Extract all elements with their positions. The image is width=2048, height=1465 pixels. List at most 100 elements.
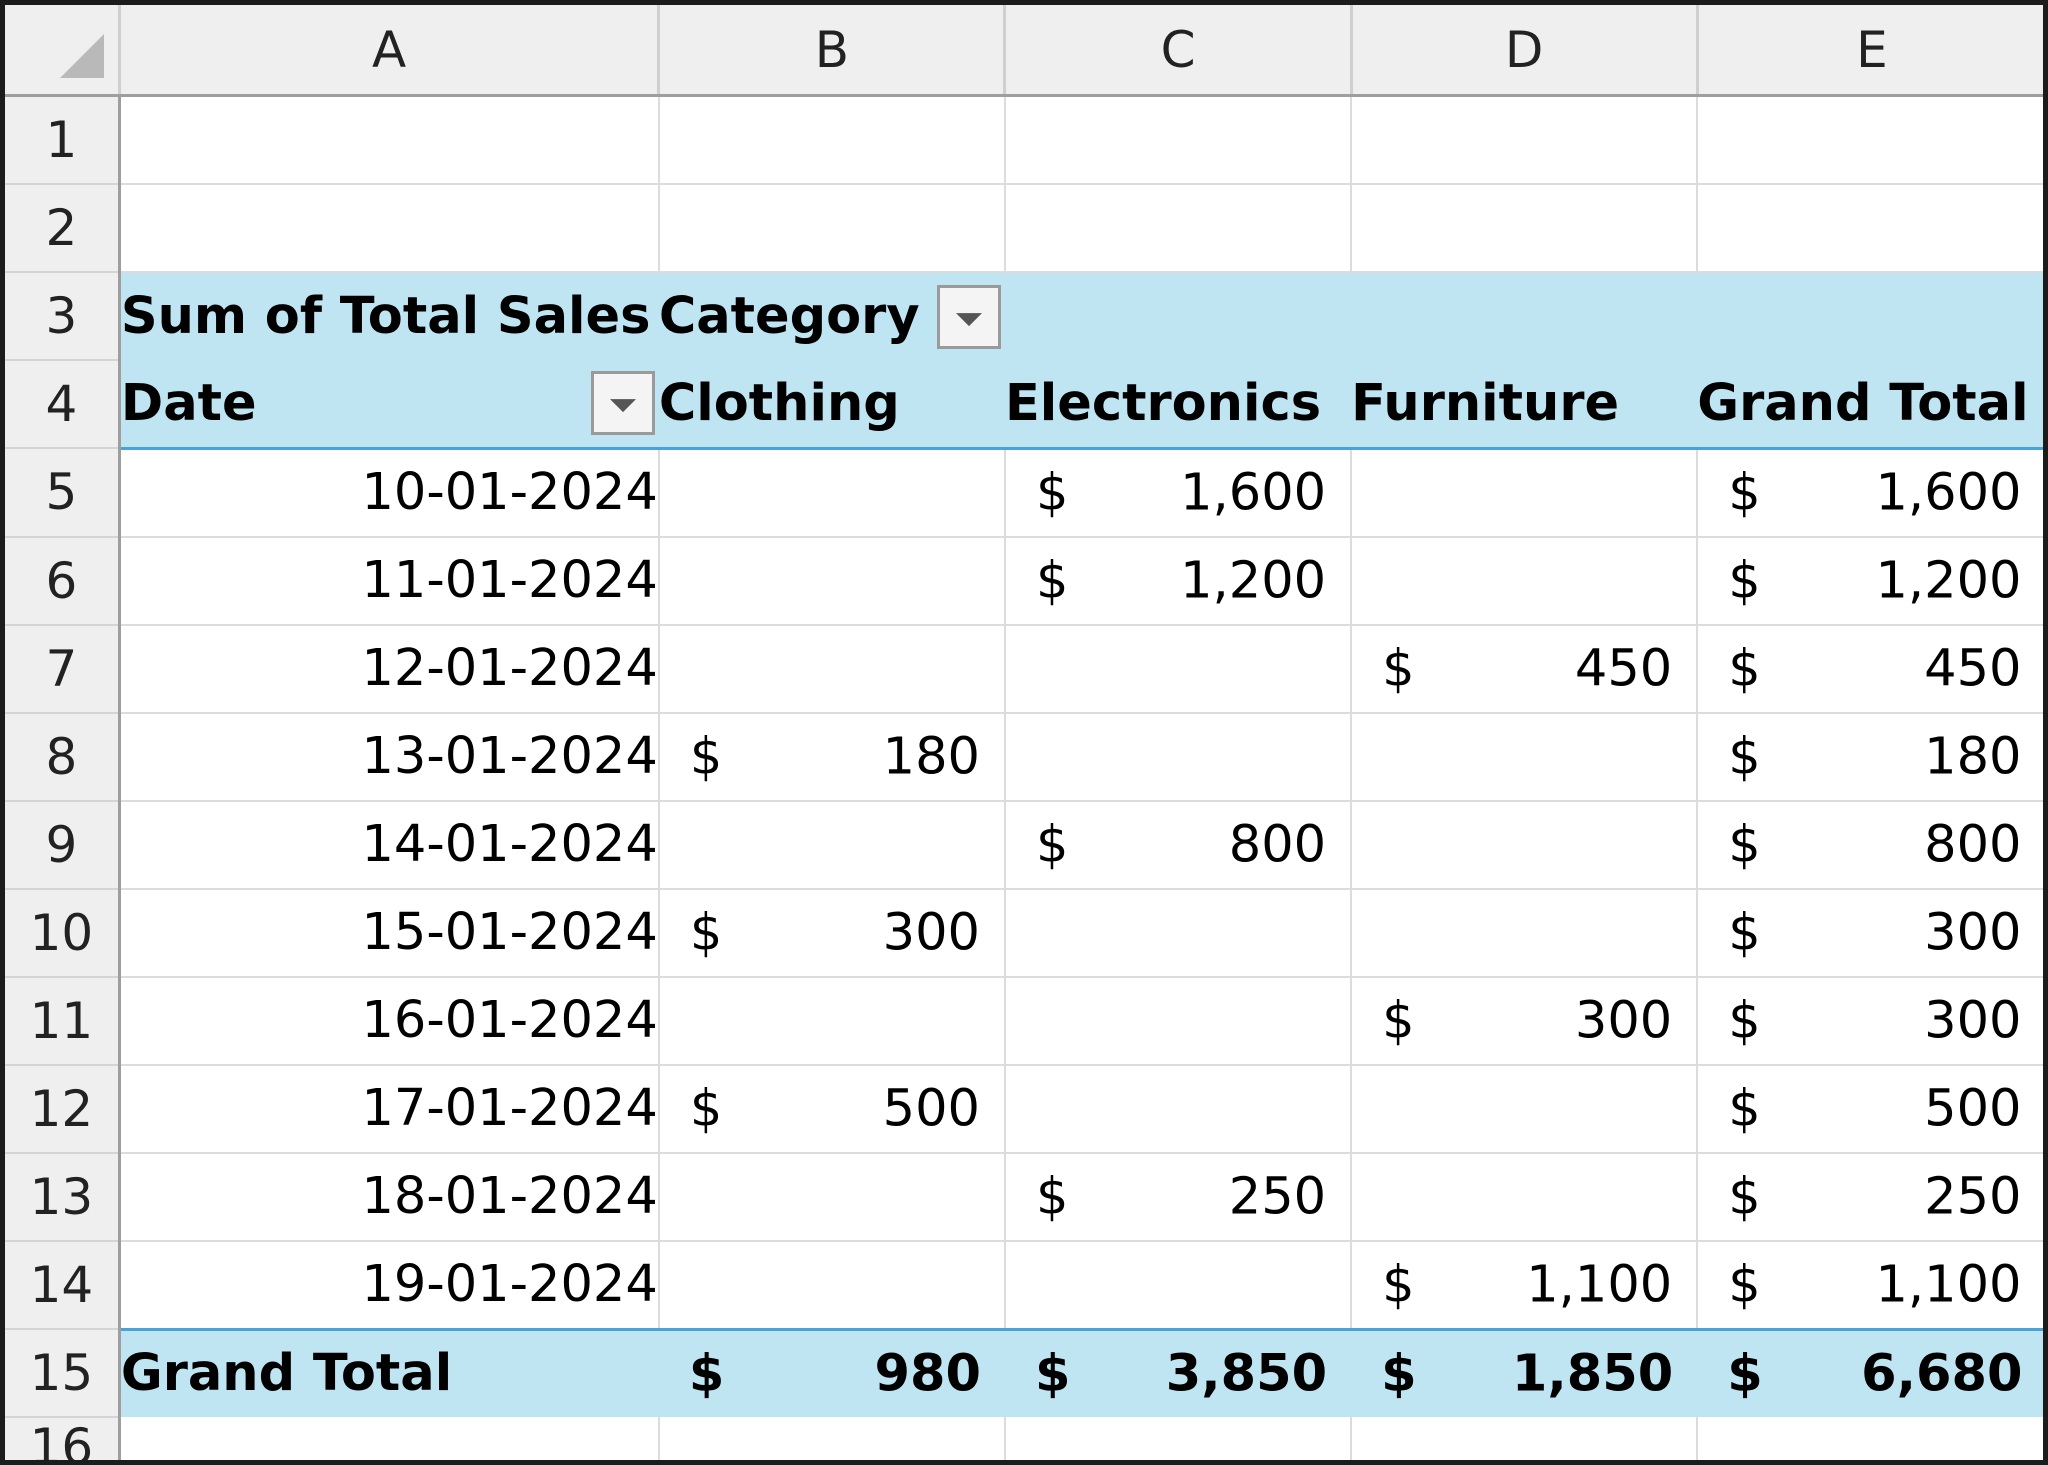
cell-d3[interactable]	[1351, 272, 1698, 360]
row-header-12[interactable]: 12	[5, 1064, 121, 1154]
cell-c1[interactable]	[1004, 95, 1353, 185]
value-cell-clothing[interactable]: $180	[658, 712, 1006, 802]
row-header-2[interactable]: 2	[5, 184, 121, 273]
value-cell-electronics[interactable]	[1004, 976, 1353, 1066]
value-cell-electronics[interactable]	[1004, 624, 1353, 714]
cell-e1[interactable]	[1697, 95, 2043, 185]
cell-b1[interactable]	[658, 95, 1006, 185]
row-header-11[interactable]: 11	[5, 976, 121, 1066]
date-cell[interactable]: 16-01-2024	[119, 976, 660, 1066]
grand-total-clothing[interactable]: $980	[658, 1329, 1005, 1417]
value-cell-clothing[interactable]	[658, 624, 1006, 714]
value-cell-total[interactable]: $300	[1697, 976, 2043, 1066]
grand-total-furniture[interactable]: $1,850	[1351, 1329, 1698, 1417]
column-header-b[interactable]: B	[658, 5, 1007, 97]
value-cell-electronics[interactable]	[1004, 888, 1353, 978]
row-header-3[interactable]: 3	[5, 272, 121, 361]
value-cell-electronics[interactable]: $1,200	[1004, 536, 1353, 626]
value-cell-electronics[interactable]: $1,600	[1004, 448, 1353, 538]
value-cell-clothing[interactable]: $500	[658, 1064, 1006, 1154]
value-cell-electronics[interactable]: $800	[1004, 800, 1353, 890]
value-cell-electronics[interactable]	[1004, 712, 1353, 802]
value-cell-total[interactable]: $300	[1697, 888, 2043, 978]
date-cell[interactable]: 13-01-2024	[119, 712, 660, 802]
value-cell-clothing[interactable]	[658, 1240, 1006, 1331]
value-cell-furniture[interactable]	[1351, 712, 1699, 802]
value-cell-clothing[interactable]	[658, 448, 1006, 538]
value-cell-furniture[interactable]	[1351, 448, 1699, 538]
value-cell-furniture[interactable]	[1351, 888, 1699, 978]
cell-e16[interactable]	[1697, 1417, 2043, 1460]
date-cell[interactable]: 17-01-2024	[119, 1064, 660, 1154]
category-header-grand-total[interactable]: Grand Total	[1697, 360, 2043, 450]
value-cell-total[interactable]: $800	[1697, 800, 2043, 890]
cell-d1[interactable]	[1351, 95, 1699, 185]
cell-b2[interactable]	[658, 184, 1006, 273]
cell-c16[interactable]	[1004, 1417, 1353, 1460]
grand-total-overall[interactable]: $6,680	[1697, 1329, 2043, 1417]
grand-total-label[interactable]: Grand Total	[119, 1329, 659, 1417]
value-cell-total[interactable]: $1,200	[1697, 536, 2043, 626]
value-cell-total[interactable]: $250	[1697, 1152, 2043, 1242]
value-cell-clothing[interactable]: $300	[658, 888, 1006, 978]
row-header-13[interactable]: 13	[5, 1152, 121, 1242]
row-header-7[interactable]: 7	[5, 624, 121, 714]
pivot-column-field[interactable]: Category	[658, 272, 1005, 360]
value-cell-furniture[interactable]	[1351, 536, 1699, 626]
row-header-6[interactable]: 6	[5, 536, 121, 626]
value-cell-electronics[interactable]	[1004, 1064, 1353, 1154]
cell-a16[interactable]	[119, 1417, 660, 1460]
value-cell-electronics[interactable]	[1004, 1240, 1353, 1331]
value-cell-furniture[interactable]: $300	[1351, 976, 1699, 1066]
cell-c3[interactable]	[1004, 272, 1352, 360]
column-header-d[interactable]: D	[1351, 5, 1699, 97]
column-header-a[interactable]: A	[119, 5, 661, 97]
value-cell-furniture[interactable]	[1351, 1064, 1699, 1154]
row-header-5[interactable]: 5	[5, 448, 121, 538]
value-cell-total[interactable]: $180	[1697, 712, 2043, 802]
row-header-10[interactable]: 10	[5, 888, 121, 978]
cell-e2[interactable]	[1697, 184, 2043, 273]
cell-a2[interactable]	[119, 184, 660, 273]
column-header-e[interactable]: E	[1697, 5, 2043, 97]
date-filter-dropdown-icon[interactable]	[590, 371, 655, 436]
row-header-9[interactable]: 9	[5, 800, 121, 890]
cell-c2[interactable]	[1004, 184, 1353, 273]
cell-b16[interactable]	[658, 1417, 1006, 1460]
cell-d16[interactable]	[1351, 1417, 1699, 1460]
value-cell-furniture[interactable]	[1351, 1152, 1699, 1242]
value-cell-electronics[interactable]: $250	[1004, 1152, 1353, 1242]
column-header-c[interactable]: C	[1004, 5, 1353, 97]
row-header-15[interactable]: 15	[5, 1329, 121, 1418]
value-cell-furniture[interactable]	[1351, 800, 1699, 890]
row-header-14[interactable]: 14	[5, 1240, 121, 1330]
select-all-button[interactable]	[5, 5, 121, 97]
value-cell-furniture[interactable]: $450	[1351, 624, 1699, 714]
pivot-value-label[interactable]: Sum of Total Sales	[119, 272, 659, 360]
value-cell-clothing[interactable]	[658, 536, 1006, 626]
row-header-1[interactable]: 1	[5, 95, 121, 185]
date-cell[interactable]: 19-01-2024	[119, 1240, 660, 1331]
value-cell-total[interactable]: $1,600	[1697, 448, 2043, 538]
value-cell-clothing[interactable]	[658, 976, 1006, 1066]
category-header-electronics[interactable]: Electronics	[1004, 360, 1352, 450]
date-cell[interactable]: 14-01-2024	[119, 800, 660, 890]
value-cell-total[interactable]: $500	[1697, 1064, 2043, 1154]
row-header-16[interactable]: 16	[5, 1417, 121, 1460]
grand-total-electronics[interactable]: $3,850	[1004, 1329, 1352, 1417]
cell-e3[interactable]	[1697, 272, 2043, 360]
cell-a1[interactable]	[119, 95, 660, 185]
category-filter-dropdown-icon[interactable]	[936, 284, 1001, 349]
category-header-clothing[interactable]: Clothing	[658, 360, 1005, 450]
value-cell-clothing[interactable]	[658, 1152, 1006, 1242]
cell-d2[interactable]	[1351, 184, 1699, 273]
value-cell-clothing[interactable]	[658, 800, 1006, 890]
value-cell-total[interactable]: $450	[1697, 624, 2043, 714]
date-cell[interactable]: 11-01-2024	[119, 536, 660, 626]
category-header-furniture[interactable]: Furniture	[1351, 360, 1698, 450]
pivot-row-field[interactable]: Date	[119, 360, 659, 450]
date-cell[interactable]: 18-01-2024	[119, 1152, 660, 1242]
row-header-8[interactable]: 8	[5, 712, 121, 802]
value-cell-furniture[interactable]: $1,100	[1351, 1240, 1699, 1331]
date-cell[interactable]: 10-01-2024	[119, 448, 660, 538]
